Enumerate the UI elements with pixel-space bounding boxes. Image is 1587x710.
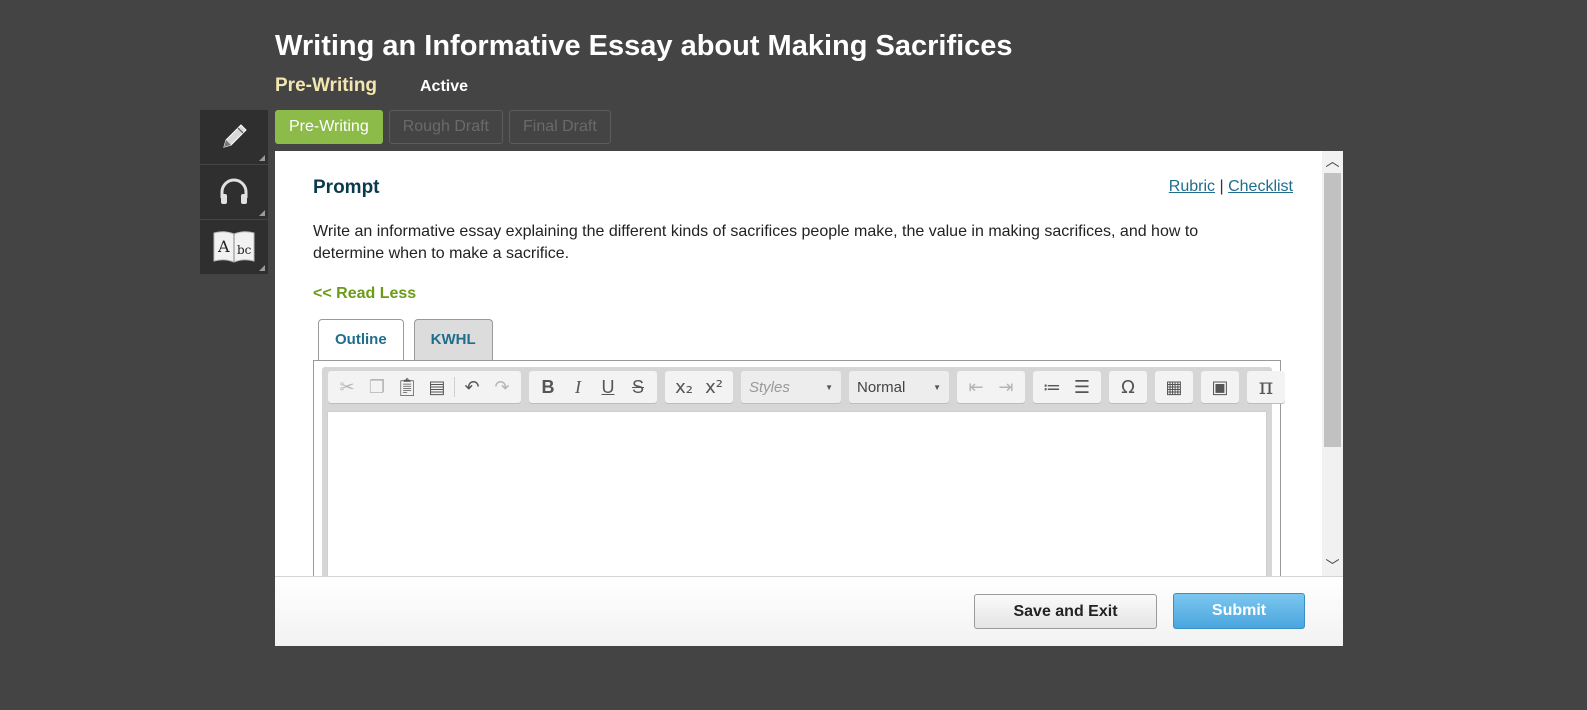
pencil-icon — [223, 124, 247, 148]
toolbar-separator — [454, 377, 455, 397]
basic-styles-group: B I U S — [529, 371, 657, 403]
chevron-down-icon: ▼ — [933, 382, 941, 392]
subscript-icon[interactable]: x₂ — [669, 372, 699, 402]
styles-dropdown[interactable]: Styles ▼ — [741, 371, 841, 403]
tab-outline[interactable]: Outline — [318, 319, 404, 360]
dictionary-icon: A bc — [213, 231, 255, 263]
status-badge: Active — [420, 78, 469, 95]
pencil-tool-button[interactable] — [200, 110, 268, 164]
save-and-exit-button[interactable]: Save and Exit — [974, 594, 1157, 629]
format-dropdown-label: Normal — [857, 378, 906, 396]
special-char-icon[interactable]: Ω — [1113, 372, 1143, 402]
rubric-link[interactable]: Rubric — [1169, 178, 1215, 195]
link-separator: | — [1219, 178, 1224, 195]
chevron-down-icon[interactable]: ﹀ — [1322, 556, 1343, 576]
redo-icon[interactable]: ↷ — [487, 372, 517, 402]
chevron-up-icon[interactable]: ︿ — [1322, 151, 1343, 171]
prompt-text: Write an informative essay explaining th… — [313, 223, 1199, 262]
chevron-down-icon: ▼ — [825, 382, 833, 392]
indent-icon[interactable]: ⇥ — [991, 372, 1021, 402]
script-group: x₂ x² — [665, 371, 733, 403]
special-char-group: Ω — [1109, 371, 1147, 403]
bulleted-list-icon[interactable]: ☰ — [1067, 372, 1097, 402]
indent-group: ⇤ ⇥ — [957, 371, 1025, 403]
svg-text:A: A — [217, 237, 230, 256]
clipboard-group: ✂ ❐ 📋︎ ▤ ↶ ↷ — [328, 371, 521, 403]
page-title: Writing an Informative Essay about Makin… — [275, 30, 1013, 62]
copy-icon[interactable]: ❐ — [362, 372, 392, 402]
table-icon[interactable]: ▦ — [1159, 372, 1189, 402]
headphones-icon — [220, 178, 248, 204]
underline-icon[interactable]: U — [593, 372, 623, 402]
main-panel: Prompt Rubric | Checklist Write an infor… — [275, 151, 1343, 646]
tab-kwhl[interactable]: KWHL — [413, 319, 493, 360]
paste-word-icon[interactable]: ▣ — [1205, 372, 1235, 402]
table-group: ▦ — [1155, 371, 1193, 403]
editor-toolbar: ✂ ❐ 📋︎ ▤ ↶ ↷ B I U S x₂ x² Styles ▼ Norm… — [328, 371, 1285, 403]
italic-icon[interactable]: I — [563, 372, 593, 402]
numbered-list-icon[interactable]: ≔ — [1037, 372, 1067, 402]
prompt-links: Rubric | Checklist — [1169, 178, 1293, 196]
paste-word-group: ▣ — [1201, 371, 1239, 403]
strikethrough-icon[interactable]: S — [623, 372, 653, 402]
submit-button[interactable]: Submit — [1173, 593, 1305, 629]
bold-icon[interactable]: B — [533, 372, 563, 402]
organizer-tabs: Outline KWHL — [318, 319, 493, 360]
superscript-icon[interactable]: x² — [699, 372, 729, 402]
cut-icon[interactable]: ✂ — [332, 372, 362, 402]
outdent-icon[interactable]: ⇤ — [961, 372, 991, 402]
math-icon[interactable]: π — [1251, 372, 1281, 402]
dictionary-tool-button[interactable]: A bc — [200, 220, 268, 274]
tab-rough-draft[interactable]: Rough Draft — [388, 110, 503, 144]
audio-tool-button[interactable] — [200, 165, 268, 219]
styles-dropdown-label: Styles — [749, 378, 790, 396]
footer-bar: Save and Exit Submit — [275, 576, 1343, 646]
checklist-link[interactable]: Checklist — [1228, 178, 1293, 195]
math-group: π — [1247, 371, 1285, 403]
tool-sidebar: A bc — [200, 110, 268, 275]
tab-pre-writing[interactable]: Pre-Writing — [275, 110, 383, 144]
tab-final-draft[interactable]: Final Draft — [508, 110, 611, 144]
list-group: ≔ ☰ — [1033, 371, 1101, 403]
prompt-heading: Prompt — [313, 177, 380, 198]
format-dropdown[interactable]: Normal ▼ — [849, 371, 949, 403]
stage-tabs: Pre-Writing Rough Draft Final Draft — [275, 110, 611, 144]
stage-label: Pre-Writing — [275, 75, 378, 96]
undo-icon[interactable]: ↶ — [457, 372, 487, 402]
svg-text:bc: bc — [237, 243, 252, 257]
scrollbar-thumb[interactable] — [1324, 173, 1341, 447]
read-less-link[interactable]: << Read Less — [313, 285, 416, 303]
panel-scrollbar[interactable]: ︿ ﹀ — [1322, 151, 1343, 576]
paste-text-icon[interactable]: ▤ — [422, 372, 452, 402]
paste-icon[interactable]: 📋︎ — [392, 372, 422, 402]
